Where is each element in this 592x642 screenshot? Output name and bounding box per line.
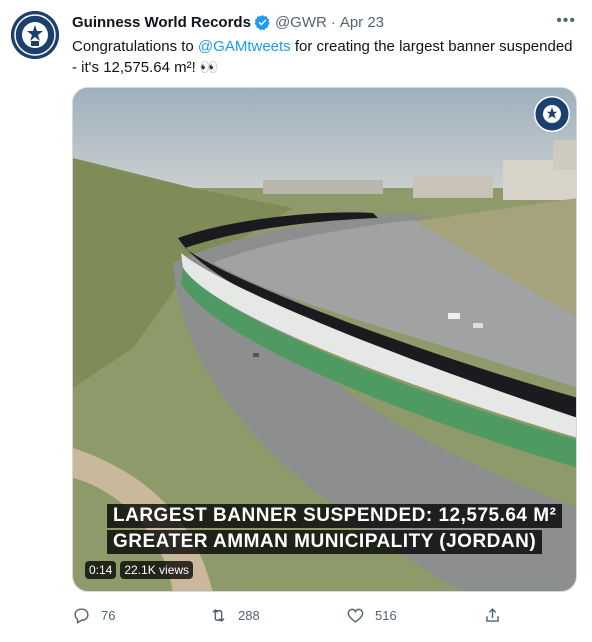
video-info: 0:14 22.1K views bbox=[85, 561, 194, 579]
tweet-text: Congratulations to @GAMtweets for creati… bbox=[72, 36, 577, 78]
action-bar: 76 288 516 bbox=[72, 603, 502, 627]
tweet-header: Guinness World Records @GWR · Apr 23 bbox=[72, 12, 572, 32]
like-button[interactable]: 516 bbox=[346, 606, 466, 625]
caption-line-2: GREATER AMMAN MUNICIPALITY (JORDAN) bbox=[107, 530, 543, 554]
mention-link[interactable]: @GAMtweets bbox=[198, 38, 291, 55]
tweet-card[interactable]: Guinness World Records @GWR · Apr 23 •••… bbox=[0, 0, 592, 642]
share-button[interactable] bbox=[483, 606, 502, 625]
retweet-icon bbox=[212, 608, 225, 622]
author-handle[interactable]: @GWR bbox=[275, 14, 327, 31]
video-views: 22.1K views bbox=[120, 561, 194, 579]
yjc-watermark: YJC bbox=[28, 585, 56, 601]
caption-line-1: LARGEST BANNER SUSPENDED: 12,575.64 M² bbox=[107, 504, 563, 528]
verified-badge-icon bbox=[254, 14, 270, 30]
video-time: 0:14 bbox=[85, 561, 117, 579]
gwr-watermark-icon bbox=[534, 96, 570, 132]
video-caption: LARGEST BANNER SUSPENDED: 12,575.64 M² G… bbox=[107, 504, 563, 554]
reply-count: 76 bbox=[101, 607, 116, 623]
video-player[interactable]: LARGEST BANNER SUSPENDED: 12,575.64 M² G… bbox=[72, 87, 577, 592]
reply-button[interactable]: 76 bbox=[72, 606, 192, 625]
share-icon bbox=[486, 607, 499, 622]
more-icon[interactable]: ••• bbox=[556, 12, 576, 30]
heart-icon bbox=[347, 608, 364, 623]
retweet-button[interactable]: 288 bbox=[209, 606, 329, 625]
reply-icon bbox=[74, 607, 89, 624]
tweet-date[interactable]: Apr 23 bbox=[340, 14, 384, 31]
retweet-count: 288 bbox=[238, 607, 260, 623]
tweet-text-before: Congratulations to bbox=[72, 38, 198, 55]
author-name[interactable]: Guinness World Records bbox=[72, 14, 251, 31]
like-count: 516 bbox=[375, 607, 397, 623]
separator-dot: · bbox=[330, 13, 336, 31]
avatar[interactable] bbox=[11, 11, 59, 59]
gwr-logo-icon bbox=[11, 11, 59, 59]
